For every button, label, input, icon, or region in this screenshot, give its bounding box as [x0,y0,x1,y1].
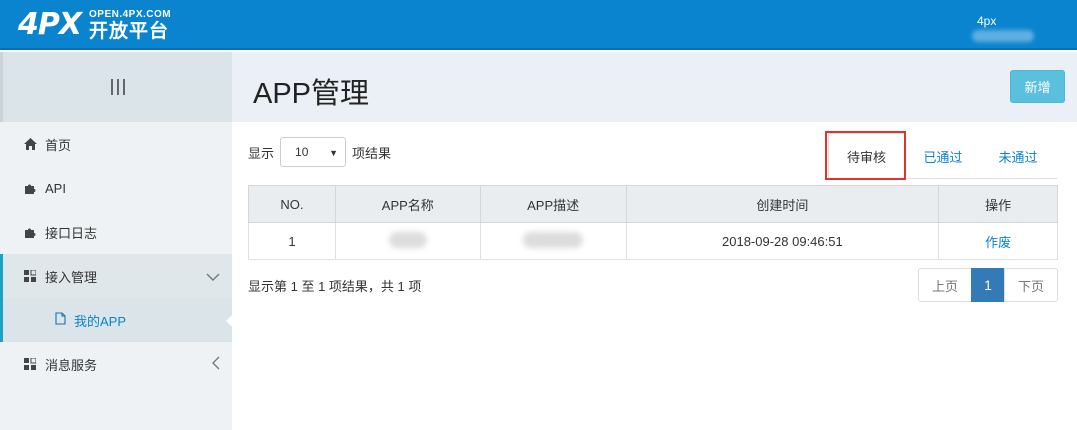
grid-icon [23,358,37,370]
logo-domain: OPEN.4PX.COM [89,8,172,20]
table-header-row: NO. APP名称 APP描述 创建时间 操作 [248,185,1058,223]
sidebar-item-label: 消息服务 [45,357,98,373]
logo[interactable]: 4PX OPEN.4PX.COM 开放平台 [18,8,171,42]
puzzle-icon [23,226,37,239]
page-length-value: 10 [295,145,309,159]
pagination: 上页 1 下页 [918,268,1058,302]
sidebar-subitem-label: 我的APP [74,313,127,329]
sidebar-subitem-my-app[interactable]: 我的APP [0,298,233,342]
void-link[interactable]: 作废 [985,235,1011,250]
file-icon [55,312,66,328]
column-header: 操作 [938,185,1058,223]
next-page-button[interactable]: 下页 [1004,268,1058,302]
sidebar-item-label: 首页 [45,137,72,153]
sidebar: 首页 API 接口日志 接入管理 我的APP 消息服务 [0,52,233,430]
tab-pending-review[interactable]: 待审核 [828,133,905,179]
length-suffix: 项结果 [352,145,392,161]
page-header: APP管理 新增 [232,52,1077,122]
grid-icon [23,270,37,282]
sidebar-item-label: 接入管理 [45,269,98,285]
sidebar-item-label: 接口日志 [45,225,98,241]
table-info: 显示第 1 至 1 项结果，共 1 项 [248,279,422,294]
menu-icon [110,79,125,95]
row-number: 1 [248,222,336,260]
status-tabs: 待审核 已通过 未通过 [828,133,1057,179]
caret-down-icon: ▼ [329,148,339,158]
logo-mark: 4PX [18,7,82,42]
home-icon [23,138,37,150]
add-button[interactable]: 新增 [1010,70,1065,103]
page-title: APP管理 [253,78,370,110]
page-length-select[interactable]: 10 ▼ [280,137,347,167]
sidebar-item-label: API [45,180,66,196]
puzzle-icon [23,182,37,195]
top-bar: 4PX OPEN.4PX.COM 开放平台 4px [0,0,1077,50]
user-detail-redacted [972,30,1034,42]
created-time-cell: 2018-09-28 09:46:51 [625,222,940,260]
redacted-text [388,231,427,248]
page-length-control: 显示 10 ▼ 项结果 [248,137,391,167]
chevron-left-icon [212,356,220,373]
app-description-cell [479,222,627,260]
column-header[interactable]: 创建时间 [625,185,940,223]
sidebar-item-home[interactable]: 首页 [0,122,232,166]
sidebar-item-message-service[interactable]: 消息服务 [0,342,232,386]
sidebar-item-api[interactable]: API [0,166,232,210]
app-name-cell [334,222,481,260]
sidebar-item-api-log[interactable]: 接口日志 [0,210,232,254]
column-header[interactable]: NO. [248,185,336,223]
table-row: 1 2018-09-28 09:46:51 作废 [248,222,1058,260]
column-header[interactable]: APP名称 [334,185,481,223]
redacted-text [523,231,584,248]
sidebar-toggle-button[interactable] [0,52,232,122]
tab-rejected[interactable]: 未通过 [988,133,1048,179]
chevron-down-icon [206,268,220,284]
logo-name: 开放平台 [89,20,170,42]
column-header[interactable]: APP描述 [479,185,627,223]
prev-page-button[interactable]: 上页 [918,268,972,302]
user-name[interactable]: 4px [977,14,996,28]
current-page-button[interactable]: 1 [971,268,1005,302]
tab-approved[interactable]: 已通过 [913,133,973,179]
length-prefix: 显示 [248,145,275,161]
sidebar-item-access-management[interactable]: 接入管理 [0,254,232,298]
app-table: NO. APP名称 APP描述 创建时间 操作 1 2018-09-28 09:… [248,185,1058,260]
action-cell: 作废 [938,222,1058,260]
